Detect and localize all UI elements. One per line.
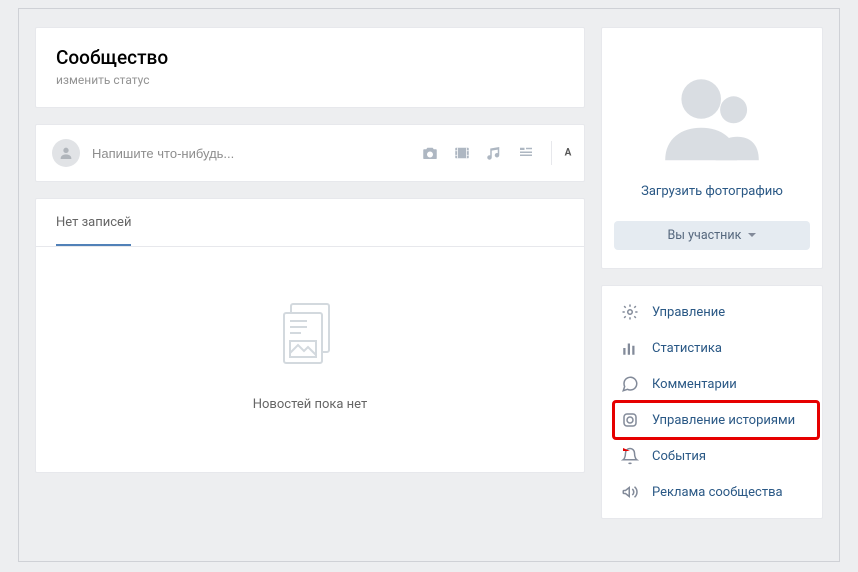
change-status-link[interactable]: изменить статус <box>56 73 564 87</box>
menu-label: Реклама сообщества <box>652 485 783 500</box>
user-avatar-icon <box>52 139 80 167</box>
menu-label: Управление <box>652 305 725 320</box>
empty-text: Новостей пока нет <box>36 397 584 412</box>
menu-comments[interactable]: Комментарии <box>602 366 822 402</box>
menu-label: События <box>652 449 706 464</box>
menu-story-management[interactable]: Управление историями <box>602 402 822 438</box>
stats-icon <box>620 338 640 358</box>
story-icon <box>620 410 640 430</box>
member-status-button[interactable]: Вы участник <box>614 221 810 250</box>
wall-tabs: Нет записей <box>36 199 584 247</box>
comment-icon <box>620 374 640 394</box>
menu-manage[interactable]: Управление <box>602 294 822 330</box>
music-icon[interactable] <box>485 144 503 162</box>
community-title: Сообщество <box>56 46 564 69</box>
bell-icon <box>620 446 640 466</box>
community-avatar-placeholder-icon <box>602 72 822 162</box>
gear-icon <box>620 302 640 322</box>
photo-card: Загрузить фотографию Вы участник <box>601 27 823 269</box>
menu-label: Комментарии <box>652 377 737 392</box>
video-icon[interactable] <box>453 144 471 162</box>
member-status-label: Вы участник <box>668 228 742 243</box>
article-icon[interactable] <box>517 144 535 162</box>
empty-state: Новостей пока нет <box>36 247 584 472</box>
wall-card: Нет записей Новостей пока нет <box>35 198 585 473</box>
photo-icon[interactable] <box>421 144 439 162</box>
menu-label: Управление историями <box>652 413 795 428</box>
manage-menu: Управление Статистика Комментарии Управл… <box>601 285 823 519</box>
menu-label: Статистика <box>652 341 722 356</box>
compose-input[interactable] <box>92 146 421 161</box>
empty-docs-icon <box>283 350 337 369</box>
community-header: Сообщество изменить статус <box>35 27 585 108</box>
menu-advertising[interactable]: Реклама сообщества <box>602 474 822 510</box>
menu-statistics[interactable]: Статистика <box>602 330 822 366</box>
upload-photo-link[interactable]: Загрузить фотографию <box>641 184 783 199</box>
divider <box>551 141 552 165</box>
chevron-down-icon <box>748 233 756 238</box>
tab-no-posts[interactable]: Нет записей <box>56 199 131 246</box>
post-composer[interactable]: A <box>35 124 585 182</box>
menu-events[interactable]: События <box>602 438 822 474</box>
megaphone-icon <box>620 482 640 502</box>
